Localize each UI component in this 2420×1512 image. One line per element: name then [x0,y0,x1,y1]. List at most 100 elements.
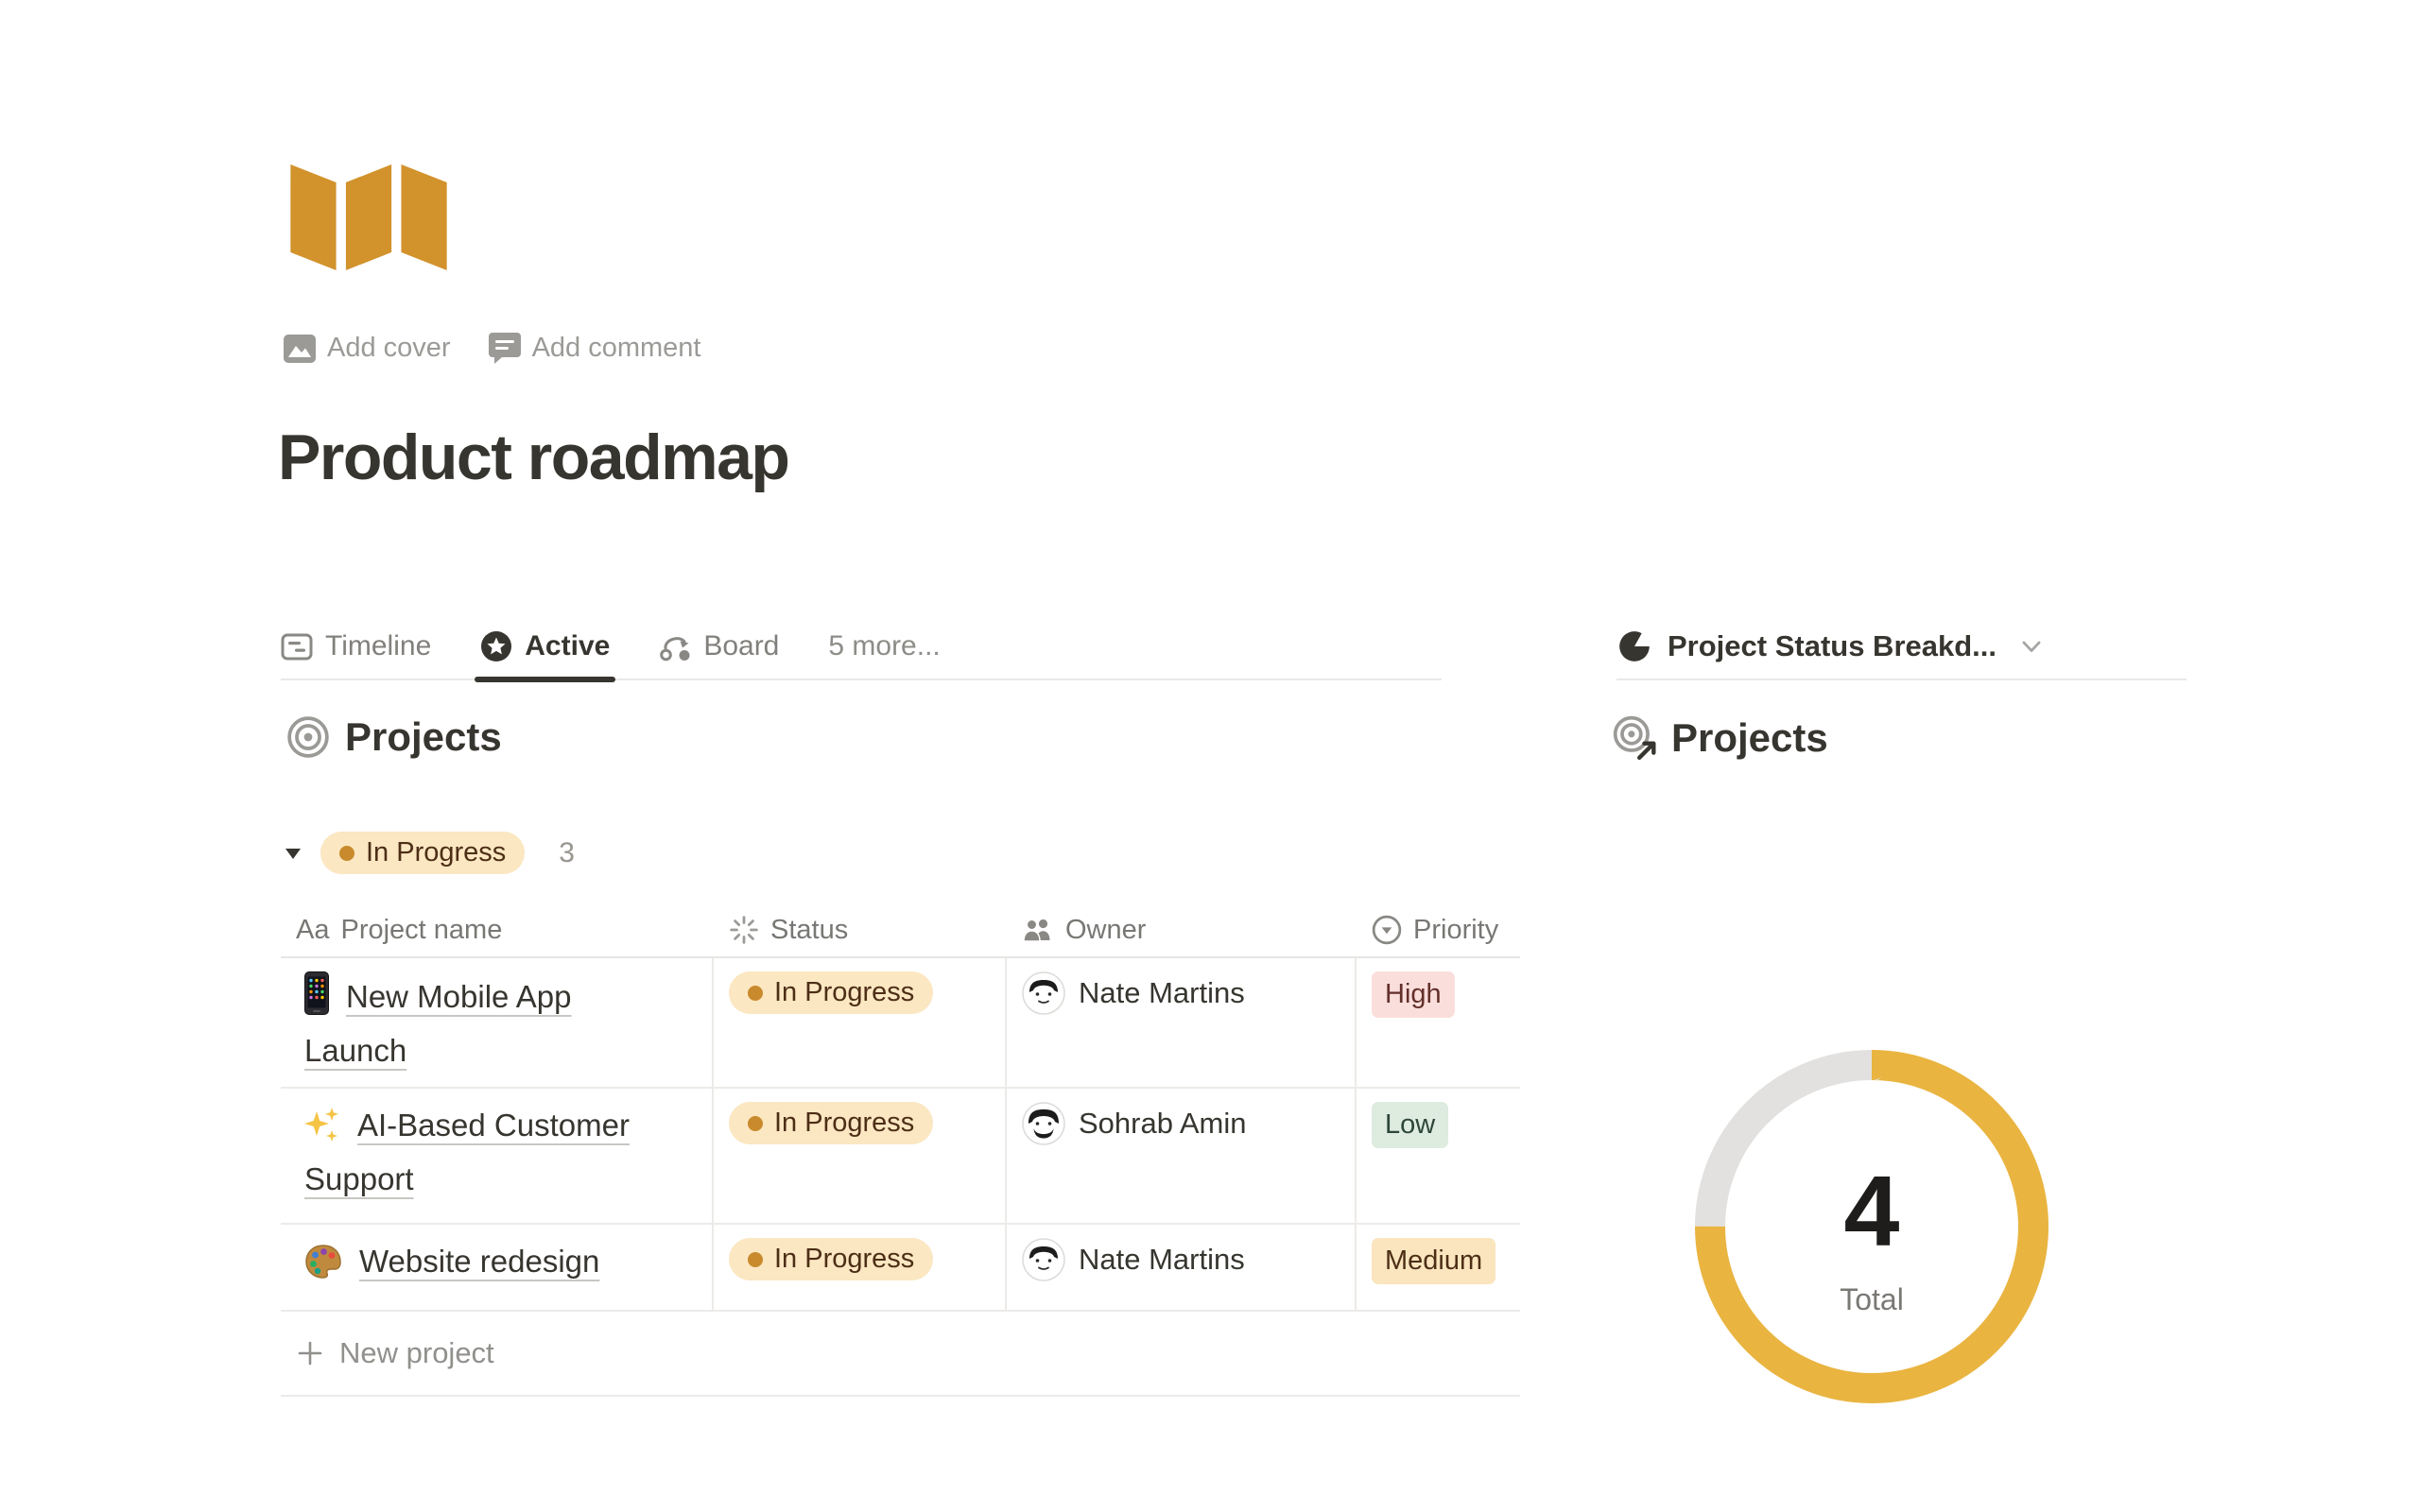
cell-priority[interactable]: Medium [1357,1225,1520,1310]
project-status-donut-chart[interactable]: 4 Total [1694,1049,2049,1404]
target-icon [286,715,330,759]
donut-total-value: 4 [1844,1161,1900,1262]
column-header-priority[interactable]: Priority [1357,903,1520,956]
mobile-phone-icon [304,971,329,1027]
priority-pill: Low [1372,1102,1448,1148]
page-title[interactable]: Product roadmap [278,420,788,497]
table-header-row: Aa Project name Status [281,903,1520,958]
chevron-down-icon[interactable] [2017,632,2046,661]
add-cover-button[interactable]: Add cover [284,333,451,364]
cell-owner[interactable]: Nate Martins [1007,958,1357,1087]
projects-section-header[interactable]: Projects [286,714,502,760]
owner-name: Nate Martins [1079,1243,1245,1277]
column-label: Owner [1065,915,1146,946]
column-header-status[interactable]: Status [714,903,1007,956]
cell-project-name[interactable]: AI-Based Customer Support [281,1089,714,1223]
column-label: Project name [340,915,502,946]
tab-more-label: 5 more... [828,630,940,662]
column-header-owner[interactable]: Owner [1007,903,1357,956]
donut-center-stats: 4 Total [1694,1049,2049,1404]
folded-map-icon [288,153,449,270]
star-icon [480,630,512,662]
cell-status[interactable]: In Progress [714,958,1007,1087]
cell-priority[interactable]: Low [1357,1089,1520,1223]
table-row[interactable]: AI-Based Customer Support In Progress [281,1089,1520,1225]
tab-active[interactable]: Active [480,612,610,680]
add-comment-label: Add comment [532,333,701,364]
tab-timeline-label: Timeline [325,630,431,662]
tab-more[interactable]: 5 more... [828,612,940,680]
new-project-button[interactable]: New project [281,1312,1520,1397]
status-spinner-icon [729,915,759,945]
status-dot [748,986,763,1001]
tab-board[interactable]: Board [659,612,779,680]
avatar-nate-martins [1022,1238,1065,1281]
donut-total-label: Total [1840,1282,1904,1317]
project-name-link[interactable]: AI-Based Customer Support [304,1108,630,1196]
artist-palette-icon [304,1244,342,1292]
image-icon [284,335,316,363]
group-status-pill[interactable]: In Progress [320,832,525,874]
column-label: Priority [1413,915,1498,946]
priority-pill: Medium [1372,1238,1495,1284]
column-label: Status [770,915,848,946]
priority-select-icon [1372,915,1402,945]
linked-projects-title: Projects [1671,715,1828,761]
cell-owner[interactable]: Sohrab Amin [1007,1089,1357,1223]
column-header-project-name[interactable]: Aa Project name [281,903,714,956]
owner-name: Nate Martins [1079,976,1245,1010]
cell-status[interactable]: In Progress [714,1089,1007,1223]
comment-icon [489,333,521,364]
status-pill: In Progress [729,1238,933,1280]
priority-pill: High [1372,971,1455,1018]
page-actions: Add cover Add comment [284,333,701,364]
notion-page: Add cover Add comment Product roadmap Ti… [0,0,2420,1512]
table-row[interactable]: New Mobile App Launch In Progress [281,958,1520,1089]
right-tab-label: Project Status Breakd... [1668,629,1996,663]
target-link-icon [1611,714,1658,762]
cell-project-name[interactable]: New Mobile App Launch [281,958,714,1087]
cell-priority[interactable]: High [1357,958,1520,1087]
pie-chart-icon [1616,628,1652,664]
page-icon-folded-map[interactable] [288,153,449,275]
group-toggle-icon[interactable] [281,844,305,863]
tab-timeline[interactable]: Timeline [281,612,431,680]
group-status-label: In Progress [366,839,506,867]
project-name-link[interactable]: New Mobile App Launch [304,979,571,1068]
board-cycle-icon [659,631,691,662]
group-count: 3 [559,837,575,869]
avatar-sohrab-amin [1022,1102,1065,1145]
status-pill: In Progress [729,1102,933,1144]
owner-name: Sohrab Amin [1079,1107,1247,1141]
tab-board-label: Board [703,630,779,662]
cell-owner[interactable]: Nate Martins [1007,1225,1357,1310]
projects-section-title: Projects [345,714,502,760]
projects-table: Aa Project name Status [281,903,1520,1397]
timeline-icon [281,630,313,662]
add-comment-button[interactable]: Add comment [489,333,701,364]
right-view-tab[interactable]: Project Status Breakd... [1616,612,2187,680]
status-dot [339,846,354,861]
view-tabs: Timeline Active Board 5 more... [281,612,1520,680]
tab-active-label: Active [525,630,610,662]
status-dot [748,1116,763,1131]
plus-icon [296,1339,324,1367]
new-project-label: New project [339,1336,494,1370]
status-label: In Progress [774,1246,914,1273]
active-tab-underline [475,677,615,682]
linked-projects-header[interactable]: Projects [1611,714,1828,762]
cell-project-name[interactable]: Website redesign [281,1225,714,1310]
cell-status[interactable]: In Progress [714,1225,1007,1310]
avatar-nate-martins [1022,971,1065,1015]
status-pill: In Progress [729,971,933,1014]
sparkles-icon [304,1106,340,1156]
table-row[interactable]: Website redesign In Progress [281,1225,1520,1312]
people-icon [1022,916,1054,944]
project-name-link[interactable]: Website redesign [359,1244,599,1279]
group-header-row: In Progress 3 [281,832,575,874]
status-label: In Progress [774,1109,914,1137]
add-cover-label: Add cover [327,333,451,364]
text-property-icon: Aa [296,915,329,946]
status-label: In Progress [774,979,914,1006]
status-dot [748,1252,763,1267]
